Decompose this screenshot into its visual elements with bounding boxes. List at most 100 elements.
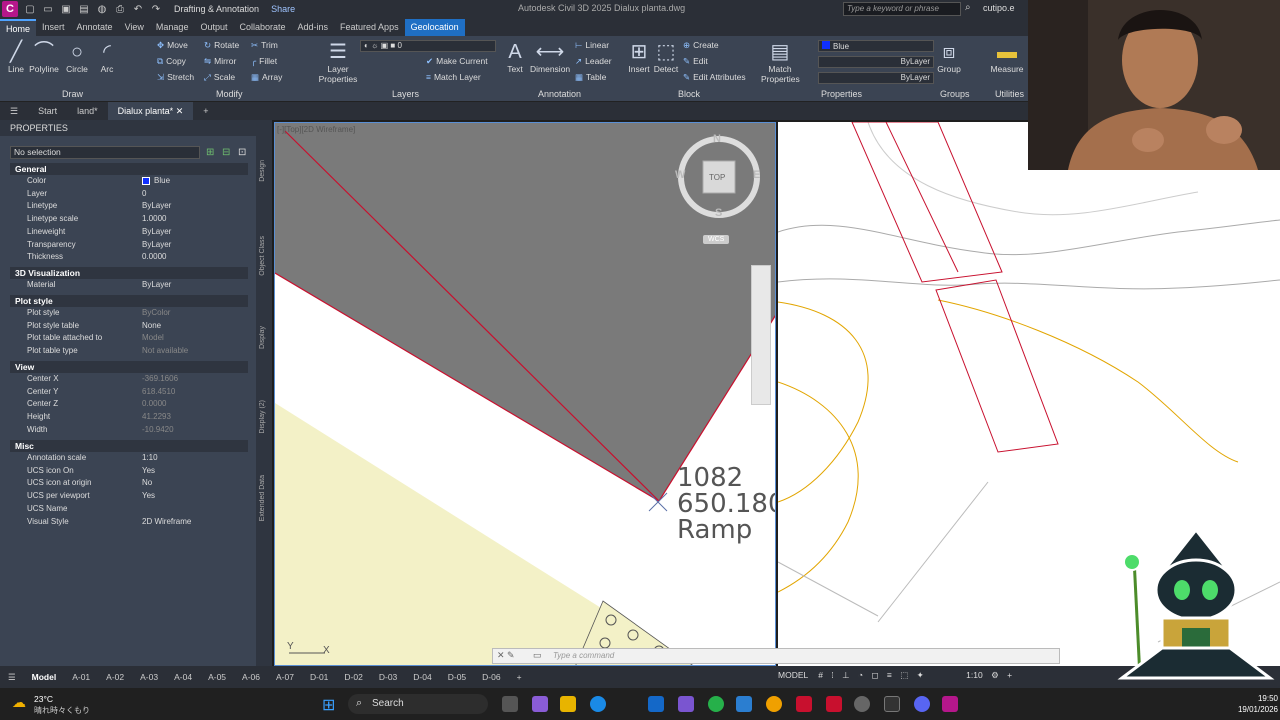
tab-add-ins[interactable]: Add-ins — [292, 19, 335, 36]
property-value[interactable]: 618.4510 — [142, 387, 175, 396]
taskbar-search[interactable]: Search — [348, 694, 488, 714]
tab-featured-apps[interactable]: Featured Apps — [334, 19, 405, 36]
tab-geolocation[interactable]: Geolocation — [404, 19, 465, 36]
new-file-icon[interactable]: ▢ — [24, 3, 36, 15]
layout-tab-a01[interactable]: A-01 — [64, 672, 98, 682]
app-icon-generic[interactable] — [854, 696, 870, 712]
property-row[interactable]: Linetype ByLayer — [10, 201, 248, 213]
command-input[interactable]: Type a command — [553, 651, 614, 660]
property-row[interactable]: UCS per viewport Yes — [10, 491, 248, 503]
layout-tab-d06[interactable]: D-06 — [474, 672, 508, 682]
property-row[interactable]: Center Y 618.4510 — [10, 387, 248, 399]
quick-select-icon[interactable]: ⊞ — [206, 147, 214, 158]
layers-panel-label[interactable]: Layers — [392, 89, 419, 99]
dialux-icon[interactable] — [884, 696, 900, 712]
layout-tab-a07[interactable]: A-07 — [268, 672, 302, 682]
block-panel-label[interactable]: Block — [678, 89, 700, 99]
chrome-icon[interactable] — [766, 696, 782, 712]
property-value[interactable]: Not available — [142, 346, 188, 355]
tab-home[interactable]: Home — [0, 19, 37, 36]
measure-button[interactable]: ▬ Measure — [988, 40, 1026, 74]
lineweight-dropdown[interactable]: ByLayer — [818, 72, 934, 84]
property-value[interactable]: 2D Wireframe — [142, 517, 191, 526]
file-tab-start[interactable]: Start — [28, 102, 67, 120]
windows-start-icon[interactable]: ⊞ — [322, 695, 335, 715]
tab-insert[interactable]: Insert — [36, 19, 71, 36]
match-properties-button[interactable]: ▤ Match Properties — [761, 40, 800, 84]
wcs-menu[interactable]: WCS — [703, 235, 730, 244]
side-tab-design[interactable]: Design — [259, 160, 266, 182]
taskbar-time[interactable]: 19:50 — [1238, 694, 1278, 703]
layout-tab-d04[interactable]: D-04 — [405, 672, 439, 682]
model-space-toggle[interactable]: MODEL — [778, 670, 808, 680]
property-value[interactable]: -369.1606 — [142, 374, 178, 383]
scale-button[interactable]: ⤢ Scale — [204, 72, 235, 83]
layout-tab-a03[interactable]: A-03 — [132, 672, 166, 682]
viewcube-top-label[interactable]: TOP — [709, 173, 725, 182]
edge-icon[interactable] — [590, 696, 606, 712]
mirror-button[interactable]: ⇋ Mirror — [204, 56, 236, 67]
file-tab-land[interactable]: land* — [67, 102, 108, 120]
property-row[interactable]: Color Blue — [10, 176, 248, 188]
command-line[interactable]: ✕ ✎ ▭ Type a command — [492, 648, 1060, 664]
property-value[interactable]: ByLayer — [142, 201, 171, 210]
workspace-select[interactable]: Drafting & Annotation — [174, 4, 259, 14]
create-block-button[interactable]: ⊕ Create — [683, 40, 719, 51]
hamburger-menu-icon[interactable]: ☰ — [0, 102, 28, 120]
detect-button[interactable]: ⬚ Detect — [653, 40, 679, 74]
select-objects-icon[interactable]: ⊟ — [222, 147, 230, 158]
section-3d-visualization[interactable]: 3D Visualization — [10, 267, 248, 279]
properties-panel-label[interactable]: Properties — [821, 89, 862, 99]
property-value[interactable]: 41.2293 — [142, 412, 171, 421]
property-row[interactable]: Height 41.2293 — [10, 412, 248, 424]
polar-icon[interactable]: ◔ — [858, 670, 863, 680]
viewcube-west[interactable]: W — [675, 169, 685, 181]
save-as-icon[interactable]: ▤ — [78, 3, 90, 15]
command-options-icon[interactable]: ✕ ✎ — [497, 650, 515, 661]
search-input[interactable]: Type a keyword or phrase — [843, 2, 961, 16]
autodesk-app-icon[interactable] — [796, 696, 812, 712]
text-button[interactable]: A Text — [503, 40, 527, 74]
copilot-icon[interactable] — [532, 696, 548, 712]
discord-icon[interactable] — [914, 696, 930, 712]
layout-tab-a05[interactable]: A-05 — [200, 672, 234, 682]
settings-gear-icon[interactable]: ⚙ — [991, 670, 999, 680]
modify-panel-label[interactable]: Modify — [216, 89, 243, 99]
property-value[interactable]: None — [142, 321, 161, 330]
teams-icon[interactable] — [678, 696, 694, 712]
property-row[interactable]: UCS Name — [10, 504, 248, 516]
property-value[interactable]: Yes — [142, 466, 155, 475]
match-layer-button[interactable]: ≡ Match Layer — [426, 72, 481, 82]
viewcube-north[interactable]: N — [713, 133, 721, 145]
property-value[interactable]: 1:10 — [142, 453, 158, 462]
revit-icon[interactable] — [826, 696, 842, 712]
side-tab-object-class[interactable]: Object Class — [259, 236, 266, 276]
property-row[interactable]: Transparency ByLayer — [10, 240, 248, 252]
file-explorer-icon[interactable] — [560, 696, 576, 712]
civil3d-taskbar-icon[interactable] — [942, 696, 958, 712]
linear-button[interactable]: ⊢ Linear — [575, 40, 609, 51]
circle-tool[interactable]: ○ Circle — [64, 40, 90, 74]
property-row[interactable]: UCS icon at origin No — [10, 478, 248, 490]
property-value[interactable]: Blue — [142, 176, 170, 185]
side-tab-display[interactable]: Display — [259, 326, 266, 349]
leader-button[interactable]: ↗ Leader — [575, 56, 612, 67]
property-value[interactable]: ByColor — [142, 308, 170, 317]
ortho-icon[interactable]: ⊥ — [842, 670, 849, 680]
weather-icon[interactable]: ☁ — [12, 694, 26, 711]
tab-collaborate[interactable]: Collaborate — [233, 19, 291, 36]
grid-icon[interactable]: # — [818, 670, 823, 680]
property-value[interactable]: ByLayer — [142, 227, 171, 236]
layout-tab-model[interactable]: Model — [24, 672, 65, 682]
polyline-tool[interactable]: ⌒ Polyline — [28, 40, 60, 74]
property-row[interactable]: Center X -369.1606 — [10, 374, 248, 386]
layout-tab-a04[interactable]: A-04 — [166, 672, 200, 682]
task-view-icon[interactable] — [502, 696, 518, 712]
rotate-button[interactable]: ↻ Rotate — [204, 40, 239, 51]
file-tab-dialux[interactable]: Dialux planta* ✕ — [107, 102, 194, 120]
property-row[interactable]: Width -10.9420 — [10, 425, 248, 437]
fillet-button[interactable]: ╭ Fillet — [251, 56, 277, 67]
layer-properties-button[interactable]: ☰ Layer Properties — [318, 40, 358, 84]
property-value[interactable]: 1.0000 — [142, 214, 166, 223]
move-button[interactable]: ✥ Move — [157, 40, 188, 51]
